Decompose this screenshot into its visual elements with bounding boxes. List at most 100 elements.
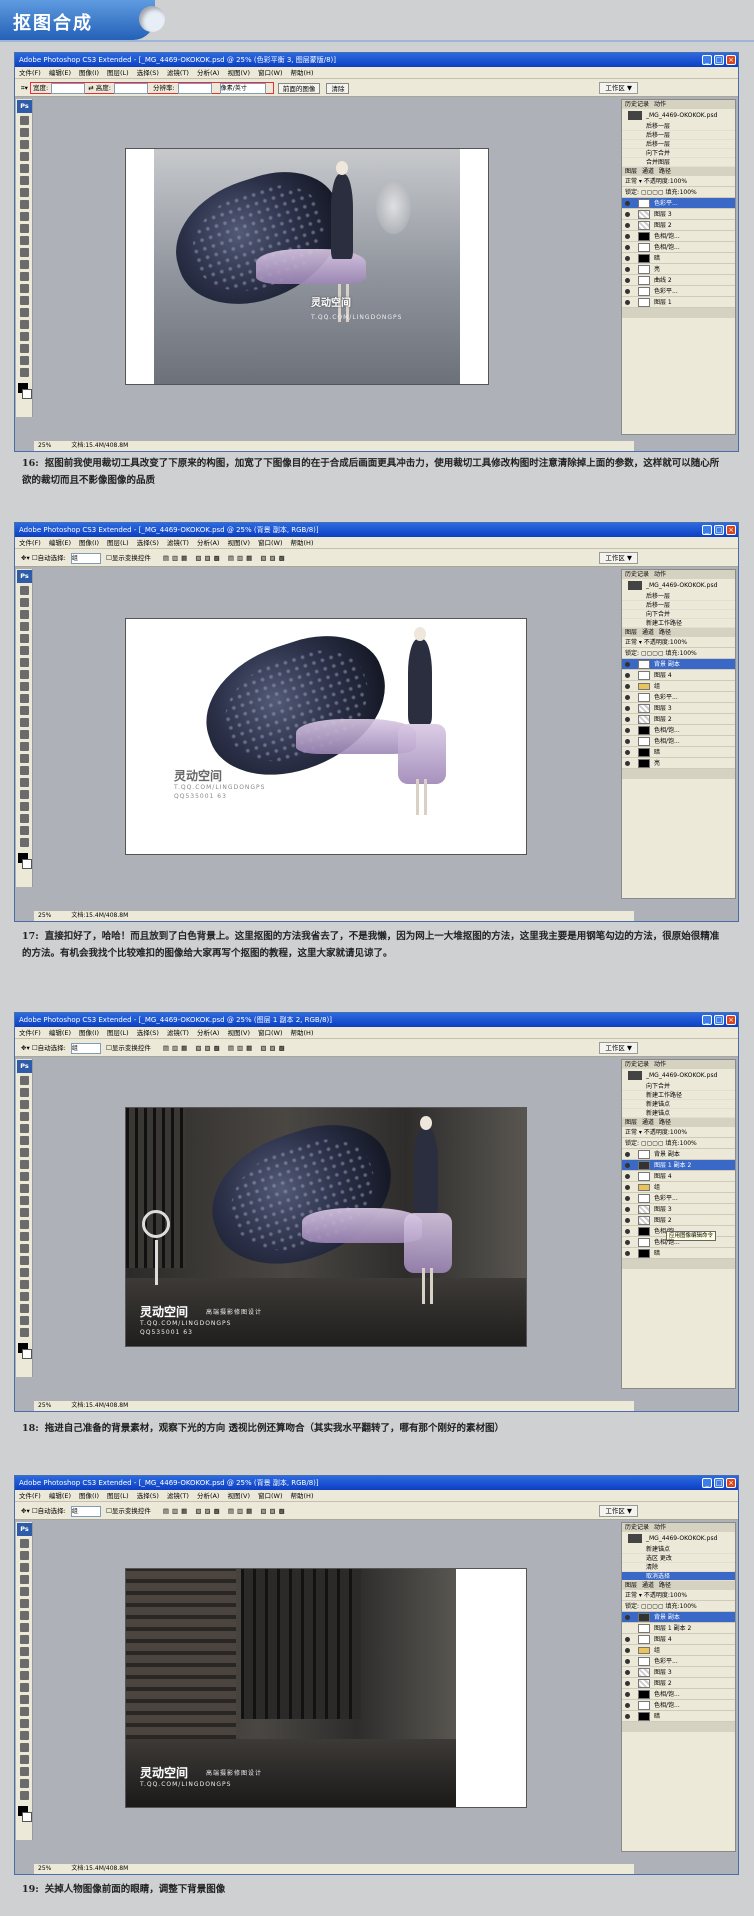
marquee-tool-icon[interactable] [20,128,29,137]
menu-layer[interactable]: 图层(L) [107,69,129,77]
tab-channels[interactable]: 通道 [642,168,654,175]
pen-tool-icon[interactable] [20,754,29,763]
history-item[interactable]: 选区 更改 [622,1554,735,1563]
document-canvas[interactable]: 灵动空间 高端摄影修图设计 T.QQ.COM/LINGDONGPS QQ5350… [125,1107,527,1347]
menu-analysis[interactable]: 分析(A) [197,539,220,547]
eraser-tool-icon[interactable] [20,706,29,715]
eye-icon[interactable] [625,256,630,261]
lasso-tool-icon[interactable] [20,140,29,149]
tab-paths[interactable]: 路径 [659,1582,671,1589]
blur-tool-icon[interactable] [20,1683,29,1692]
history-snapshot[interactable]: _MG_4469-OKOKOK.psd [622,1532,735,1545]
menu-filter[interactable]: 滤镜(T) [167,69,189,77]
eye-icon[interactable] [625,1615,630,1620]
slice-tool-icon[interactable] [20,1136,29,1145]
eye-icon[interactable] [625,212,630,217]
history-item[interactable]: 后移一层 [622,122,735,131]
layer-row[interactable]: 暗 [622,253,735,264]
lasso-tool-icon[interactable] [20,1100,29,1109]
shape-tool-icon[interactable] [20,1280,29,1289]
marquee-tool-icon[interactable] [20,1088,29,1097]
tab-channels[interactable]: 通道 [642,1582,654,1589]
gradient-tool-icon[interactable] [20,718,29,727]
eye-icon[interactable] [625,1670,630,1675]
fill-field[interactable]: 100% [680,650,697,657]
type-tool-icon[interactable] [20,1256,29,1265]
menu-analysis[interactable]: 分析(A) [197,69,220,77]
tab-actions[interactable]: 动作 [654,571,666,578]
menu-file[interactable]: 文件(F) [19,1492,41,1500]
eye-icon[interactable] [625,1174,630,1179]
eraser-tool-icon[interactable] [20,1196,29,1205]
path-select-icon[interactable] [20,1731,29,1740]
history-item[interactable]: 后移一层 [622,592,735,601]
magic-wand-tool-icon[interactable] [20,1112,29,1121]
maximize-button[interactable]: □ [714,1015,724,1025]
marquee-tool-icon[interactable] [20,598,29,607]
notes-tool-icon[interactable] [20,332,29,341]
brush-tool-icon[interactable] [20,670,29,679]
eye-icon[interactable] [625,728,630,733]
layer-row[interactable]: 图层 2 [622,220,735,231]
menu-analysis[interactable]: 分析(A) [197,1029,220,1037]
notes-tool-icon[interactable] [20,1292,29,1301]
type-tool-icon[interactable] [20,296,29,305]
close-button[interactable]: × [726,55,736,65]
menu-select[interactable]: 选择(S) [137,539,159,547]
move-tool-icon[interactable] [20,116,29,125]
eye-icon[interactable] [625,673,630,678]
eye-icon[interactable] [625,245,630,250]
menu-view[interactable]: 视图(V) [227,1492,250,1500]
heal-tool-icon[interactable] [20,1148,29,1157]
history-item[interactable]: 后移一层 [622,601,735,610]
heal-tool-icon[interactable] [20,1611,29,1620]
notes-tool-icon[interactable] [20,802,29,811]
crop-tool-icon[interactable]: ⌗▾ [21,84,28,92]
lasso-tool-icon[interactable] [20,1563,29,1572]
eye-icon[interactable] [625,201,630,206]
eye-icon[interactable] [625,1692,630,1697]
menu-file[interactable]: 文件(F) [19,1029,41,1037]
layer-row[interactable]: 图层 3 [622,1667,735,1678]
shape-tool-icon[interactable] [20,320,29,329]
path-select-icon[interactable] [20,308,29,317]
background-color-swatch[interactable] [22,1812,32,1822]
history-snapshot[interactable]: _MG_4469-OKOKOK.psd [622,579,735,592]
auto-select-dropdown[interactable]: 组 [70,1042,101,1054]
opacity-field[interactable]: 100% [670,178,687,185]
background-color-swatch[interactable] [22,1349,32,1359]
layer-row[interactable]: 亮 [622,758,735,769]
menu-select[interactable]: 选择(S) [137,1029,159,1037]
layer-row[interactable]: 色相/饱... [622,736,735,747]
tab-actions[interactable]: 动作 [654,1524,666,1531]
layer-row[interactable]: 色彩平... [622,692,735,703]
eye-icon[interactable] [625,1637,630,1642]
menu-filter[interactable]: 滤镜(T) [167,1029,189,1037]
tab-history[interactable]: 历史记录 [625,571,649,578]
workspace-dropdown[interactable]: 工作区 ▼ [599,82,638,94]
auto-select-dropdown[interactable]: 组 [70,552,101,564]
layer-row[interactable]: 背景 副本 [622,1612,735,1623]
stamp-tool-icon[interactable] [20,1172,29,1181]
history-item[interactable]: 新建工作路径 [622,619,735,628]
history-snapshot[interactable]: _MG_4469-OKOKOK.psd [622,109,735,122]
workspace-dropdown[interactable]: 工作区 ▼ [599,552,638,564]
layer-row[interactable]: 色相/饱... 应用图像编辑命令 [622,1226,735,1241]
slice-tool-icon[interactable] [20,1599,29,1608]
stamp-tool-icon[interactable] [20,212,29,221]
menu-edit[interactable]: 编辑(E) [49,69,71,77]
crop-tool-icon[interactable] [20,164,29,173]
eye-icon[interactable] [625,1207,630,1212]
magic-wand-tool-icon[interactable] [20,622,29,631]
opacity-field[interactable]: 100% [670,1592,687,1599]
menu-filter[interactable]: 滤镜(T) [167,1492,189,1500]
tab-actions[interactable]: 动作 [654,101,666,108]
slice-tool-icon[interactable] [20,646,29,655]
eye-icon[interactable] [625,761,630,766]
history-item[interactable]: 清除 [622,1563,735,1572]
menu-help[interactable]: 帮助(H) [291,69,314,77]
history-item[interactable]: 新建锚点 [622,1109,735,1118]
crop-tool-icon[interactable] [20,1587,29,1596]
tab-actions[interactable]: 动作 [654,1061,666,1068]
close-button[interactable]: × [726,1015,736,1025]
